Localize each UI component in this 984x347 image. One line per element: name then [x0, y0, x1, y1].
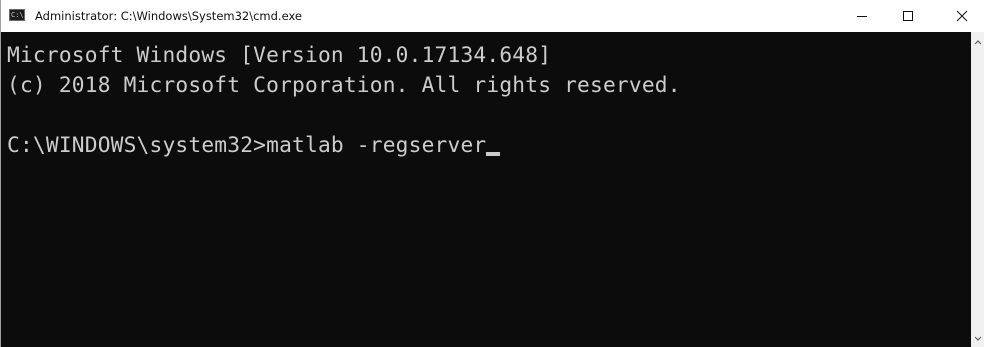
- vertical-scrollbar[interactable]: [971, 32, 984, 347]
- console-line-copyright: (c) 2018 Microsoft Corporation. All righ…: [7, 72, 681, 97]
- chevron-up-icon: [974, 40, 982, 45]
- maximize-button[interactable]: [885, 0, 931, 32]
- maximize-icon: [903, 11, 913, 21]
- scroll-down-button[interactable]: [971, 331, 984, 347]
- scroll-up-button[interactable]: [971, 34, 984, 50]
- command-prompt-icon-glyph: C:\: [11, 10, 24, 19]
- console-output[interactable]: Microsoft Windows [Version 10.0.17134.64…: [1, 32, 971, 347]
- command-prompt-text: C:\WINDOWS\system32>matlab -regserver: [7, 132, 487, 157]
- minimize-icon: [857, 16, 867, 17]
- command-prompt-icon[interactable]: C:\: [9, 9, 25, 21]
- console-line-version: Microsoft Windows [Version 10.0.17134.64…: [7, 42, 552, 67]
- chevron-down-icon: [974, 336, 982, 341]
- close-icon: [956, 10, 968, 22]
- minimize-button[interactable]: [839, 0, 885, 32]
- console-line-command: C:\WINDOWS\system32>matlab -regserver: [7, 130, 971, 160]
- text-cursor: [486, 152, 501, 156]
- title-bar[interactable]: C:\ Administrator: C:\Windows\System32\c…: [1, 0, 984, 32]
- close-button[interactable]: [939, 0, 984, 32]
- scroll-track[interactable]: [971, 50, 984, 331]
- cmd-window: C:\ Administrator: C:\Windows\System32\c…: [0, 0, 984, 347]
- window-title: Administrator: C:\Windows\System32\cmd.e…: [35, 9, 302, 23]
